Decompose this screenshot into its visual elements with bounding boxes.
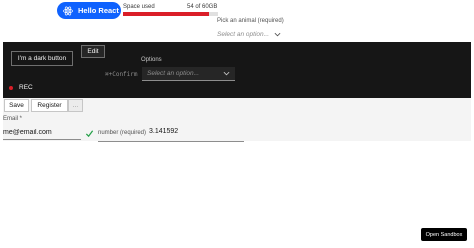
animal-select-label: Pick an animal (required)	[217, 18, 284, 24]
more-button[interactable]: ...	[68, 99, 83, 112]
rec-label: REC	[19, 84, 33, 91]
email-field[interactable]	[3, 126, 81, 140]
register-label: Register	[37, 102, 62, 109]
chevron-down-icon	[274, 32, 281, 37]
open-sandbox-button[interactable]: Open Sandbox	[421, 228, 467, 241]
options-select-placeholder: Select an option...	[147, 70, 200, 77]
recording-dot-icon	[9, 86, 13, 90]
hello-react-button[interactable]: Hello React	[57, 2, 121, 19]
space-used-value: 54 of 60GB	[187, 4, 218, 10]
space-progress-bar	[123, 12, 218, 16]
number-label: number (required)	[98, 130, 147, 136]
more-label: ...	[72, 102, 79, 109]
options-select[interactable]: Select an option...	[142, 67, 235, 81]
dark-section	[3, 42, 471, 98]
register-button[interactable]: Register	[31, 99, 68, 112]
edit-label: Edit	[87, 48, 99, 55]
email-label: Email *	[3, 116, 23, 122]
number-field[interactable]: 3.141592	[149, 128, 178, 135]
confirm-shortcut-label: ⌘+Confirm	[105, 71, 138, 78]
dark-button[interactable]: I'm a dark button	[11, 51, 73, 66]
save-label: Save	[9, 102, 24, 109]
dark-button-label: I'm a dark button	[17, 55, 67, 62]
space-progress-fill	[123, 12, 209, 16]
animal-select[interactable]: Select an option...	[217, 29, 287, 40]
open-sandbox-label: Open Sandbox	[425, 231, 463, 238]
options-label: Options	[141, 57, 162, 63]
checkmark-icon	[85, 130, 94, 138]
react-icon	[63, 6, 73, 15]
animal-select-placeholder: Select an option...	[217, 31, 270, 38]
page: Hello React Space used 54 of 60GB Pick a…	[0, 0, 474, 248]
chevron-down-icon	[223, 71, 230, 76]
space-used-label: Space used	[123, 4, 155, 10]
number-field-underline	[98, 141, 244, 142]
edit-button[interactable]: Edit	[81, 45, 105, 58]
save-button[interactable]: Save	[4, 99, 29, 112]
hello-react-label: Hello React	[78, 6, 119, 15]
